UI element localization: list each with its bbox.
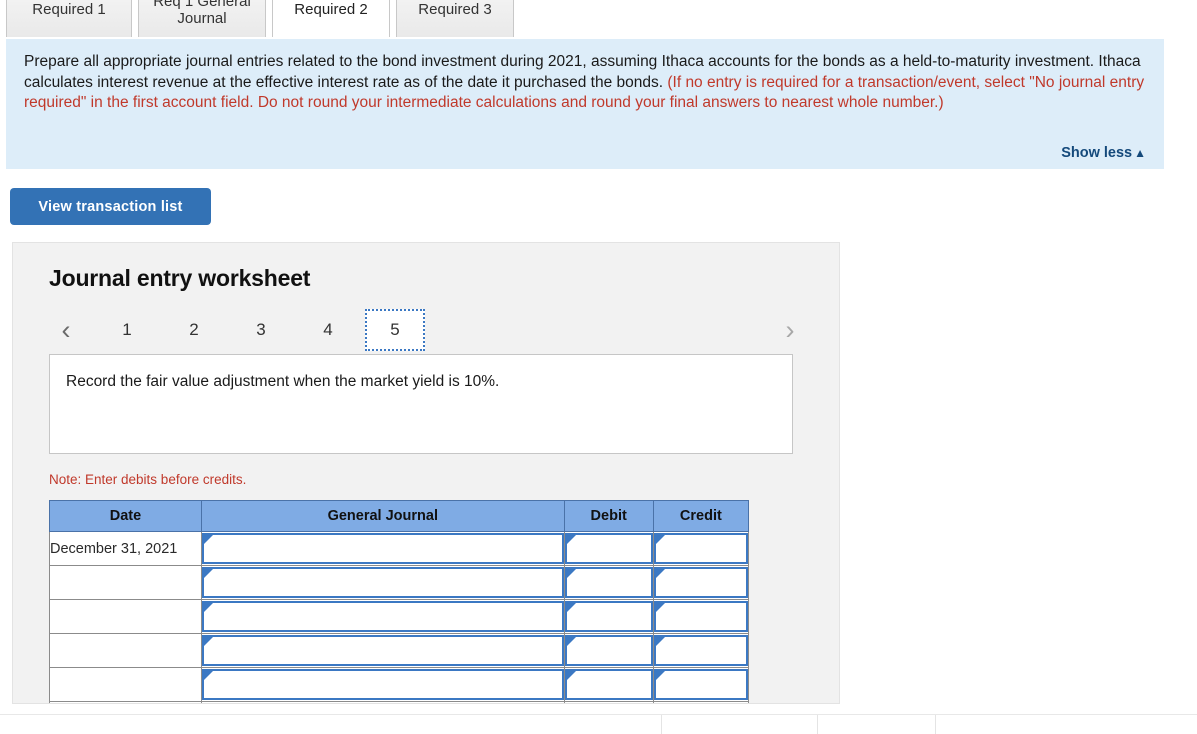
tab-required-3-label: Required 3 xyxy=(418,1,492,19)
cell-general-journal[interactable] xyxy=(200,531,565,566)
cell-general-journal[interactable] xyxy=(200,565,565,600)
tab-req-1-general-journal-label: Req 1 General Journal xyxy=(153,0,251,27)
cell-credit[interactable] xyxy=(652,531,750,566)
journal-entry-table: Date General Journal Debit Credit Decemb… xyxy=(49,500,750,704)
worksheet-title: Journal entry worksheet xyxy=(49,265,311,291)
cell-general-journal[interactable] xyxy=(200,667,565,702)
column-header-credit: Credit xyxy=(652,500,750,532)
general-journal-input[interactable] xyxy=(201,567,564,598)
pager-page-4[interactable]: 4 xyxy=(298,309,358,351)
table-row xyxy=(49,599,750,634)
worksheet-pager: ‹ 1 2 3 4 5 › xyxy=(49,308,807,352)
cell-debit[interactable] xyxy=(563,633,654,668)
cell-date xyxy=(49,701,202,703)
pager-page-1[interactable]: 1 xyxy=(97,309,157,351)
show-less-toggle[interactable]: Show less ▲ xyxy=(1061,145,1146,161)
instruction-banner: Prepare all appropriate journal entries … xyxy=(6,39,1164,169)
bottom-toolbar-segment xyxy=(936,715,1057,734)
worksheet-prompt-box: Record the fair value adjustment when th… xyxy=(49,354,793,454)
credit-input[interactable] xyxy=(653,567,748,598)
cell-general-journal[interactable] xyxy=(200,599,565,634)
pager-next-icon[interactable]: › xyxy=(773,316,807,344)
debit-input[interactable] xyxy=(564,601,653,632)
tab-required-1-label: Required 1 xyxy=(32,1,106,19)
worksheet-prompt-text: Record the fair value adjustment when th… xyxy=(66,373,500,390)
debit-input[interactable] xyxy=(564,533,653,564)
debits-before-credits-note: Note: Enter debits before credits. xyxy=(49,472,247,487)
table-row xyxy=(49,565,750,600)
debit-input[interactable] xyxy=(564,635,653,666)
cell-general-journal[interactable] xyxy=(200,701,565,704)
cell-credit[interactable] xyxy=(652,565,750,600)
table-row xyxy=(49,667,750,702)
cell-debit[interactable] xyxy=(563,599,654,634)
tab-required-2[interactable]: Required 2 xyxy=(272,0,390,37)
cell-credit[interactable] xyxy=(652,599,750,634)
general-journal-input[interactable] xyxy=(201,533,564,564)
general-journal-input[interactable] xyxy=(201,601,564,632)
tab-strip-filler xyxy=(514,0,1197,37)
cell-debit[interactable] xyxy=(563,701,654,704)
cell-credit[interactable] xyxy=(652,667,750,702)
tab-required-2-label: Required 2 xyxy=(294,1,368,19)
tab-required-3[interactable]: Required 3 xyxy=(396,0,514,37)
cell-debit[interactable] xyxy=(563,565,654,600)
instruction-text: Prepare all appropriate journal entries … xyxy=(24,52,1146,114)
journal-entry-worksheet-panel: Journal entry worksheet ‹ 1 2 3 4 5 › Re… xyxy=(12,242,840,704)
cell-debit[interactable] xyxy=(563,531,654,566)
table-header-row: Date General Journal Debit Credit xyxy=(49,500,750,532)
bottom-toolbar xyxy=(0,715,1197,734)
general-journal-input[interactable] xyxy=(202,703,564,704)
table-row xyxy=(49,633,750,668)
pager-page-list: 1 2 3 4 5 xyxy=(97,309,432,351)
pager-page-2[interactable]: 2 xyxy=(164,309,224,351)
cell-date xyxy=(49,667,202,702)
cell-date: December 31, 2021 xyxy=(49,531,202,566)
column-header-debit: Debit xyxy=(563,500,654,532)
debit-input[interactable] xyxy=(564,567,653,598)
bottom-toolbar-segment xyxy=(818,715,936,734)
pager-prev-icon[interactable]: ‹ xyxy=(49,316,83,344)
show-less-label: Show less xyxy=(1061,145,1133,161)
debit-input[interactable] xyxy=(564,669,653,700)
bottom-toolbar-segment xyxy=(531,715,662,734)
cell-general-journal[interactable] xyxy=(200,633,565,668)
credit-input[interactable] xyxy=(653,669,748,700)
pager-page-3[interactable]: 3 xyxy=(231,309,291,351)
credit-input[interactable] xyxy=(654,703,748,704)
cell-date xyxy=(49,633,202,668)
table-row xyxy=(49,701,750,704)
bottom-toolbar-segment xyxy=(662,715,818,734)
credit-input[interactable] xyxy=(653,601,748,632)
tab-strip: Required 1 Req 1 General Journal Require… xyxy=(0,0,1197,37)
cell-credit[interactable] xyxy=(652,701,750,704)
tab-required-1[interactable]: Required 1 xyxy=(6,0,132,37)
cell-date xyxy=(49,599,202,634)
cell-date xyxy=(49,565,202,600)
cell-credit[interactable] xyxy=(652,633,750,668)
caret-up-icon: ▲ xyxy=(1134,146,1146,160)
debit-input[interactable] xyxy=(565,703,653,704)
view-transaction-list-button[interactable]: View transaction list xyxy=(10,188,211,225)
table-row: December 31, 2021 xyxy=(49,531,750,566)
bottom-toolbar-segment xyxy=(0,715,531,734)
tab-req-1-general-journal[interactable]: Req 1 General Journal xyxy=(138,0,266,37)
column-header-date: Date xyxy=(49,500,202,532)
general-journal-input[interactable] xyxy=(201,635,564,666)
credit-input[interactable] xyxy=(653,635,748,666)
cell-debit[interactable] xyxy=(563,667,654,702)
credit-input[interactable] xyxy=(653,533,748,564)
general-journal-input[interactable] xyxy=(201,669,564,700)
pager-page-5[interactable]: 5 xyxy=(365,309,425,351)
column-header-general-journal: General Journal xyxy=(200,500,565,532)
